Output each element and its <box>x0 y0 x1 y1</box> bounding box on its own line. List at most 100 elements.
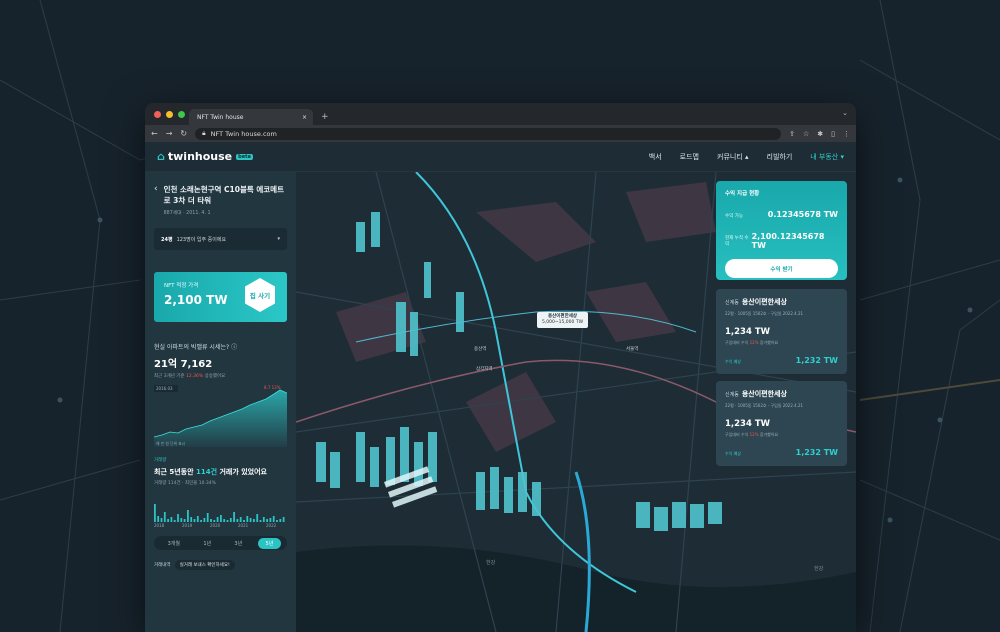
building <box>476 472 485 510</box>
property-title: 인천 소래논현구역 C10블록 에코메트로 3차 더 타워 <box>163 185 284 205</box>
reload-icon[interactable]: ↻ <box>180 129 187 138</box>
segment-1y[interactable]: 1년 <box>195 538 219 549</box>
market-change-prefix: 최근 3개년 기준 <box>154 374 185 379</box>
trade-bar <box>226 520 229 522</box>
nav-roadmap[interactable]: 로드맵 <box>680 152 699 162</box>
logo-text: twinhouse <box>167 150 233 163</box>
address-bar-row: ← → ↻ 🔒︎ NFT Twin house.com ⇪ ☆ ✱ ▯ ⋮ <box>145 125 856 142</box>
building <box>396 302 406 352</box>
building <box>371 212 380 247</box>
property-district: 신계동 <box>725 392 739 398</box>
browser-tab[interactable]: NFT Twin house × <box>189 109 313 125</box>
info-icon[interactable]: ⓘ <box>231 344 237 351</box>
market-value: 21억 7,162 <box>154 359 213 370</box>
trade-sub: 거래량 114건 · 최민울 10.34% <box>154 481 216 486</box>
property-district: 신계동 <box>725 300 739 306</box>
building <box>356 222 365 252</box>
trade-bar <box>210 519 212 522</box>
close-tab-icon[interactable]: × <box>302 114 307 121</box>
nav-reveal[interactable]: 리빌하기 <box>767 152 793 162</box>
buy-house-label: 집 사기 <box>249 292 271 300</box>
property-card[interactable]: 신계동 용산이편한세상 22평 · 1005동 1502호 · 구입일 2022.… <box>716 289 847 374</box>
building <box>410 312 418 356</box>
segment-5y[interactable]: 5년 <box>257 537 282 549</box>
trade-bar <box>256 514 259 522</box>
star-icon[interactable]: ☆ <box>803 130 809 138</box>
trade-bar <box>187 510 189 522</box>
property-foot-label: 수익 예상 <box>725 451 741 456</box>
extensions-icon[interactable]: ✱ <box>817 130 823 138</box>
trade-bar <box>262 517 265 522</box>
segment-3m[interactable]: 3개월 <box>160 538 188 549</box>
trade-bar <box>157 516 160 522</box>
close-window-button[interactable] <box>154 111 161 118</box>
back-arrow-icon[interactable]: ← <box>151 129 158 138</box>
minimize-window-button[interactable] <box>166 111 173 118</box>
map-label-hangang-2: 한강 <box>814 565 824 572</box>
trade-bar <box>193 519 196 522</box>
trade-bar <box>259 520 262 522</box>
trade-bar <box>154 504 156 522</box>
property-note-post: 증가했어요 <box>759 432 779 437</box>
unit-size-value: 24평 <box>161 236 173 243</box>
chevron-down-icon[interactable]: ⌄ <box>842 109 848 117</box>
trade-bar <box>229 518 232 522</box>
menu-icon[interactable]: ⋮ <box>843 130 850 138</box>
trade-title-post: 거래가 있었어요 <box>219 468 267 476</box>
price-chart: 2016.03 8.7 13% 매 만 원 단위 표시 <box>154 385 287 447</box>
trade-bar <box>239 517 242 522</box>
back-chevron-icon[interactable]: ‹ <box>154 184 158 216</box>
property-name: 용산이편한세상 <box>741 298 787 306</box>
bar-year-2022: 2022 <box>266 523 277 528</box>
nav-my-property[interactable]: 내 부동산 ▾ <box>810 152 844 162</box>
chart-low-tag: 2016.03 <box>156 386 173 391</box>
building <box>330 452 340 488</box>
building <box>636 502 650 528</box>
occupancy-note: 123명이 입주 중이에요 <box>176 236 227 243</box>
trade-tag: 거래량 <box>154 458 167 463</box>
tab-title: NFT Twin house <box>197 113 244 121</box>
trade-bar <box>170 517 173 522</box>
trade-bar <box>203 518 206 522</box>
forward-arrow-icon[interactable]: → <box>166 129 173 138</box>
property-value: 1,234 TW <box>725 327 771 337</box>
share-icon[interactable]: ⇪ <box>789 130 795 138</box>
property-note-pct: 12% <box>749 340 759 345</box>
trade-history-pill[interactable]: 실거래 보내스 확인하세요! <box>174 560 235 570</box>
url-field[interactable]: 🔒︎ NFT Twin house.com <box>195 127 782 140</box>
trade-bar <box>213 520 216 522</box>
map-property-popup[interactable]: 용산이편한세상 5,000~15,000 TW <box>537 312 589 328</box>
claim-profit-button[interactable]: 수익 받기 <box>725 259 838 278</box>
profit-row1-label: 수익 가능 <box>725 214 743 219</box>
property-foot-value: 1,232 TW <box>795 356 838 365</box>
property-foot-label: 수익 예상 <box>725 359 741 364</box>
trade-bar <box>160 518 163 522</box>
profit-row1-value: 0.12345678 TW <box>767 210 838 219</box>
lock-icon: 🔒︎ <box>202 129 206 137</box>
building <box>424 262 431 298</box>
trade-title-pre: 최근 5년동안 <box>154 468 194 476</box>
new-tab-button[interactable]: + <box>321 112 329 122</box>
maximize-window-button[interactable] <box>178 111 185 118</box>
nav-community[interactable]: 커뮤니티 ▴ <box>717 152 749 162</box>
property-card[interactable]: 신계동 용산이편한세상 22평 · 1005동 1502호 · 구입일 2022.… <box>716 381 847 466</box>
trade-bar <box>253 519 255 522</box>
segment-3y[interactable]: 3년 <box>226 538 250 549</box>
building <box>690 504 704 528</box>
property-note-pct: 12% <box>749 432 759 437</box>
trade-bar <box>272 516 275 522</box>
trade-bar <box>200 520 202 522</box>
trade-history-label: 거래내역 <box>154 563 171 568</box>
nav-whitepaper[interactable]: 백서 <box>649 152 662 162</box>
trade-bar <box>233 512 235 522</box>
sidebar-icon[interactable]: ▯ <box>831 130 835 138</box>
chart-note: 매 만 원 단위 표시 <box>156 441 185 446</box>
building <box>428 432 437 482</box>
nft-price-card: NFT 적정 가격 2,100 TW 집 사기 <box>154 272 287 322</box>
trade-bar <box>236 519 239 522</box>
trade-bar <box>249 518 252 522</box>
building <box>490 467 499 509</box>
site-logo[interactable]: ⌂ twinhouse beta <box>157 150 253 163</box>
unit-size-select[interactable]: 24평 123명이 입주 중이에요 ▾ <box>154 228 287 250</box>
logo-icon: ⌂ <box>157 150 165 163</box>
